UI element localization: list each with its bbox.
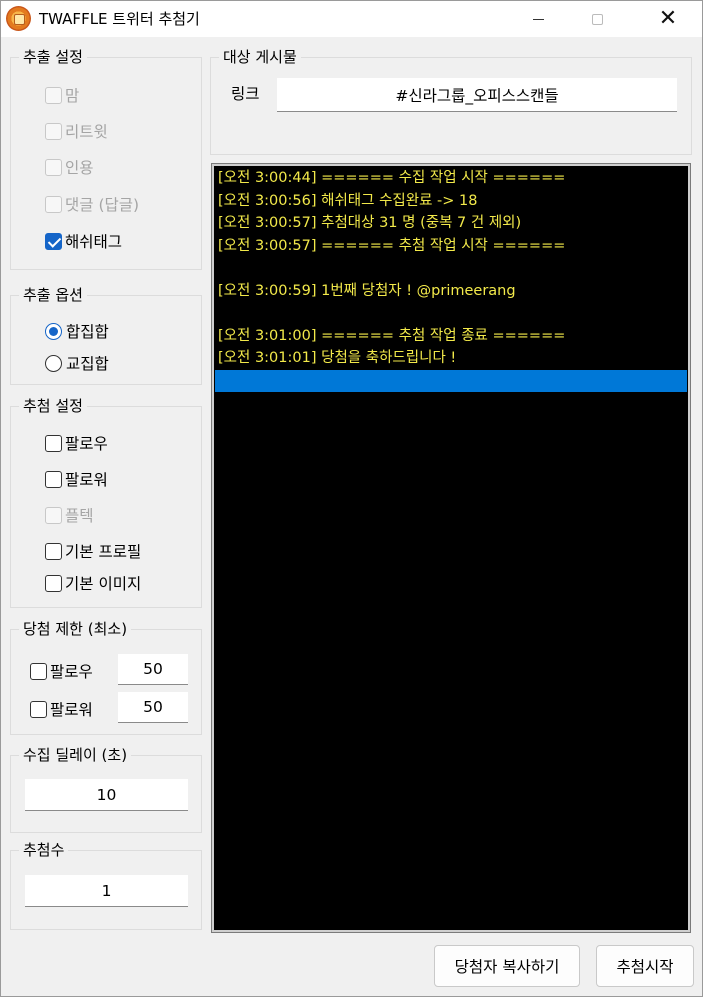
checkbox-box[interactable] [45,86,62,104]
maximize-button[interactable] [574,1,620,37]
checkbox-retweet[interactable]: 리트윗 [45,120,108,142]
log-lines: [오전 3:00:44] ====== 수집 작업 시작 ====== [오전 … [215,167,687,929]
close-button[interactable]: ✕ [645,1,691,37]
checkbox-label: 플텍 [65,507,94,525]
checkbox-box[interactable] [45,195,62,213]
checkbox-meme[interactable]: 맘 [45,84,79,106]
checkbox-limit-follower[interactable]: 팔로워 [30,698,93,720]
extract-settings-group: 추출 설정 맘 리트윗 인용 댓글 (답글) 해쉬태그 [10,47,202,270]
checkbox-box[interactable] [45,542,62,560]
limit-follower-input[interactable]: 50 [118,692,188,723]
radio-circle[interactable] [45,354,62,372]
maximize-icon [591,13,603,25]
link-label: 링크 [231,85,260,103]
draw-settings-group: 추첨 설정 팔로우 팔로워 플텍 기본 프로필 기본 이미지 [10,396,202,608]
radio-circle[interactable] [45,322,62,340]
checkbox-label: 리트윗 [65,123,108,141]
checkbox-default-profile[interactable]: 기본 프로필 [45,540,141,562]
draw-count-group: 추첨수 1 [10,840,202,930]
radio-intersection[interactable]: 교집합 [45,352,109,374]
draw-count-input[interactable]: 1 [25,875,188,907]
checkbox-label: 인용 [65,159,94,177]
checkbox-label: 기본 이미지 [65,575,142,593]
checkbox-box[interactable] [45,470,62,488]
checkbox-limit-follow[interactable]: 팔로우 [30,660,93,682]
log-line: [오전 3:00:59] 1번째 당첨자 ! @primeerang [218,282,516,299]
target-post-group: 대상 게시물 링크 #신라그룹_오피스스캔들 [210,47,692,155]
checkbox-box[interactable] [45,122,62,140]
checkbox-label: 팔로워 [50,701,93,719]
checkbox-box[interactable] [45,434,62,452]
checkbox-box[interactable] [30,662,47,680]
minimize-icon [532,18,544,20]
target-post-title: 대상 게시물 [219,47,301,67]
log-line: [오전 3:00:56] 해쉬태그 수집완료 -> 18 [218,192,478,209]
app-logo-icon [6,6,31,31]
limit-follow-input[interactable]: 50 [118,654,188,685]
copy-winner-button[interactable]: 당첨자 복사하기 [434,945,580,987]
checkbox-follow[interactable]: 팔로우 [45,432,108,454]
extract-settings-title: 추출 설정 [19,47,87,67]
checkbox-quote[interactable]: 인용 [45,156,94,178]
close-icon: ✕ [658,6,678,31]
checkbox-protected[interactable]: 플텍 [45,504,94,526]
log-line: [오전 3:00:57] ====== 추첨 작업 시작 ====== [218,237,566,254]
checkbox-label: 기본 프로필 [65,543,142,561]
checkbox-box[interactable] [30,700,47,718]
main-window: TWAFFLE 트위터 추첨기 ✕ 추출 설정 맘 리트윗 인용 댓글 (답글)… [0,0,703,997]
checkbox-label: 팔로워 [65,471,108,489]
checkbox-label: 팔로우 [65,435,108,453]
start-draw-button[interactable]: 추첨시작 [596,945,694,987]
radio-label: 교집합 [66,355,109,373]
title-bar: TWAFFLE 트위터 추첨기 ✕ [1,1,702,37]
checkbox-box[interactable] [45,158,62,176]
collect-delay-input[interactable]: 10 [25,779,188,811]
collect-delay-group: 수집 딜레이 (초) 10 [10,745,202,833]
radio-label: 합집합 [66,323,109,341]
draw-settings-title: 추첨 설정 [19,396,87,416]
extract-options-group: 추출 옵션 합집합 교집합 [10,285,202,385]
checkbox-box[interactable] [45,232,62,250]
checkbox-hashtag[interactable]: 해쉬태그 [45,230,122,252]
log-output[interactable]: [오전 3:00:44] ====== 수집 작업 시작 ====== [오전 … [211,163,691,933]
draw-count-title: 추첨수 [19,840,69,860]
checkbox-reply[interactable]: 댓글 (답글) [45,193,139,215]
log-line: [오전 3:00:44] ====== 수집 작업 시작 ====== [218,170,566,186]
extract-options-title: 추출 옵션 [19,285,87,305]
link-input[interactable]: #신라그룹_오피스스캔들 [277,78,677,112]
collect-delay-title: 수집 딜레이 (초) [19,745,132,765]
checkbox-label: 댓글 (답글) [65,196,140,214]
log-line: [오전 3:01:00] ====== 추첨 작업 종료 ====== [218,327,566,344]
radio-union[interactable]: 합집합 [45,320,109,342]
win-limit-group: 당첨 제한 (최소) 팔로우 50 팔로워 50 [10,619,202,735]
checkbox-label: 해쉬태그 [65,233,123,251]
checkbox-box[interactable] [45,506,62,524]
minimize-button[interactable] [515,1,561,37]
log-line: [오전 3:00:57] 추첨대상 31 명 (중복 7 건 제외) [218,215,522,231]
win-limit-title: 당첨 제한 (최소) [19,619,132,639]
checkbox-box[interactable] [45,574,62,592]
log-line: [오전 3:01:01] 당첨을 축하드립니다 ! [218,350,457,366]
checkbox-follower[interactable]: 팔로워 [45,468,108,490]
log-line[interactable] [215,369,687,392]
checkbox-label: 팔로우 [50,663,93,681]
checkbox-label: 맘 [65,87,80,105]
checkbox-default-image[interactable]: 기본 이미지 [45,572,141,594]
window-title: TWAFFLE 트위터 추첨기 [39,10,200,28]
